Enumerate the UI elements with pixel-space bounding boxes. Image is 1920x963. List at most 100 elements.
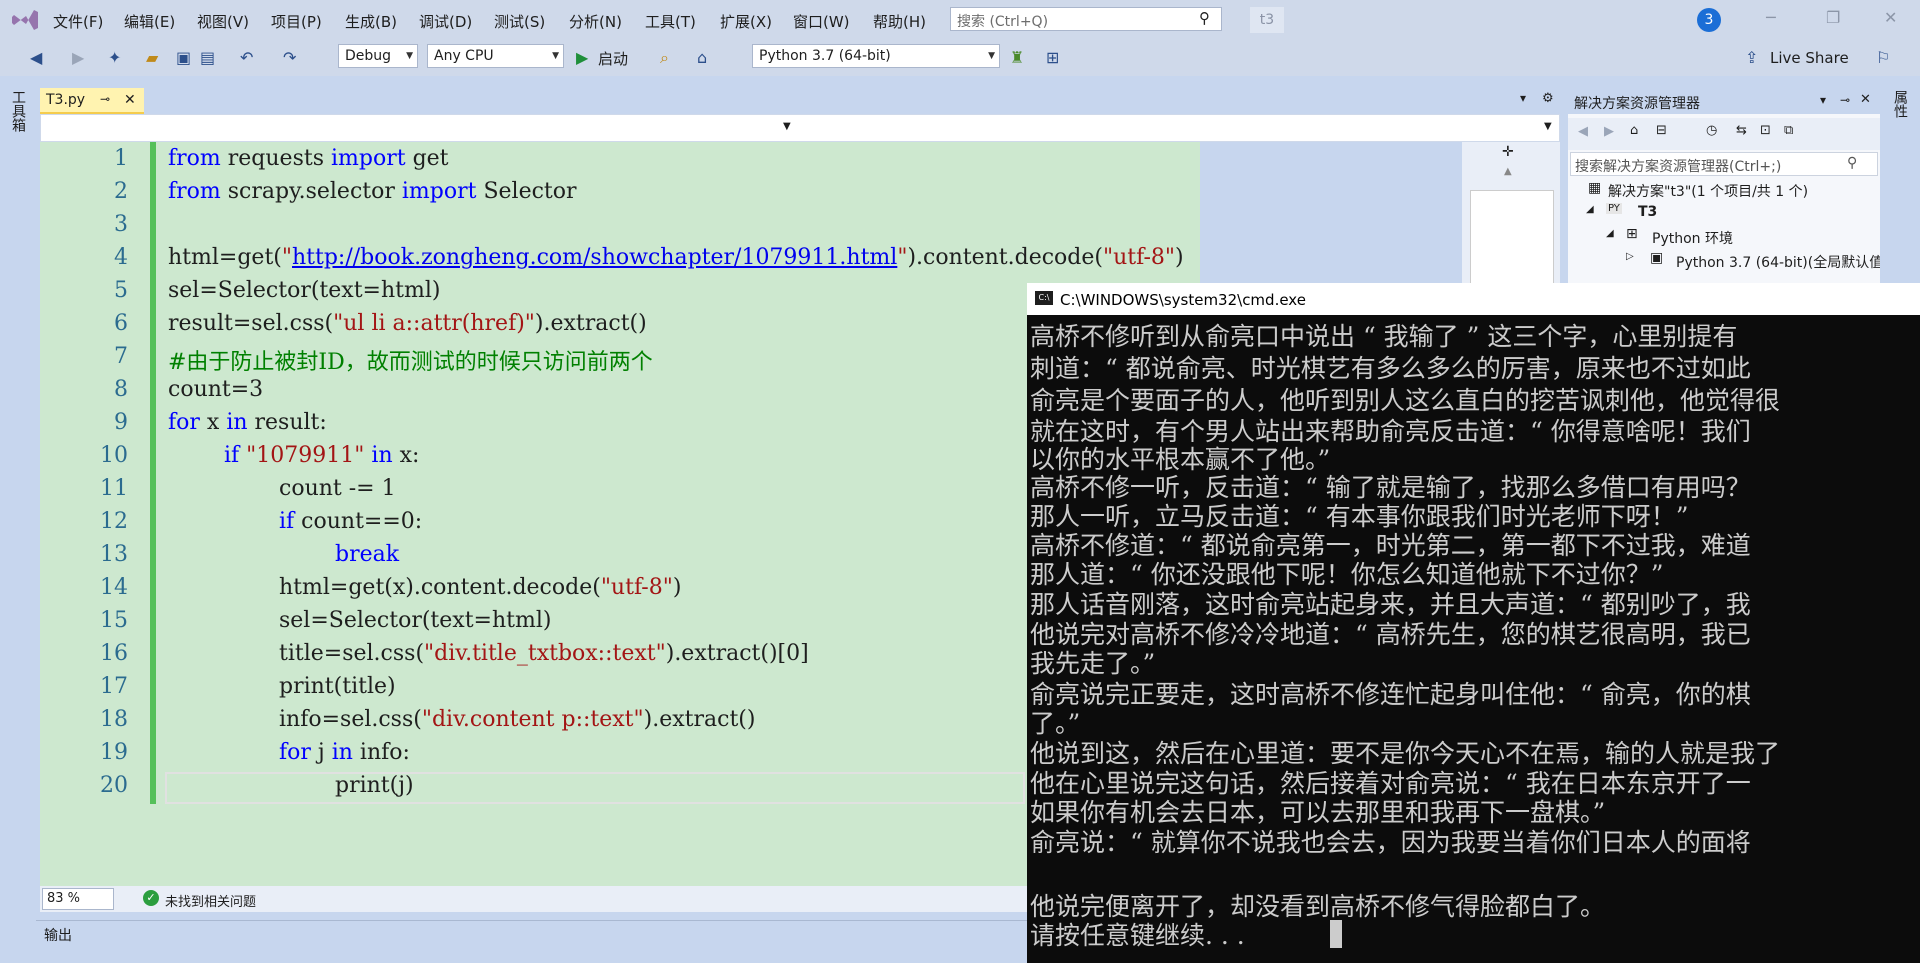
undo-icon[interactable]: ↶ — [240, 48, 253, 67]
cmd-title: C:\WINDOWS\system32\cmd.exe — [1060, 291, 1306, 309]
back-icon[interactable]: ◀ — [1578, 124, 1588, 139]
menu-project[interactable]: 项目(P) — [271, 11, 322, 32]
code-line-7-comment: #由于防止被封ID，故而测试的时候只访问前两个 — [168, 350, 653, 375]
forward-icon[interactable]: ▶ — [1604, 124, 1614, 139]
chevron-down-icon: ▼ — [552, 51, 559, 61]
switch-views-icon[interactable]: ⊟ — [1656, 123, 1667, 138]
code-line-16: title=sel.css("div.title_txtbox::text").… — [279, 641, 809, 666]
console-line: 请按任意键继续. . . — [1030, 921, 1245, 950]
tab-title: T3.py — [46, 92, 86, 108]
current-line-highlight — [165, 772, 1025, 804]
line-number: 17 — [100, 674, 128, 699]
sync-icon[interactable]: ⇆ — [1736, 123, 1747, 138]
menu-view[interactable]: 视图(V) — [197, 11, 249, 32]
panel-menu-icon[interactable]: ▾ — [1820, 93, 1826, 107]
console-line: 高桥不修听到从俞亮口中说出 “ 我输了 ” 这三个字，心里别提有 — [1030, 322, 1738, 351]
toolbox-tab[interactable]: 工具箱 — [8, 90, 28, 150]
maximize-icon[interactable]: ❐ — [1826, 8, 1840, 27]
solution-explorer-title: 解决方案资源管理器 — [1574, 96, 1700, 112]
change-tracking-bar — [150, 142, 156, 804]
menu-help[interactable]: 帮助(H) — [873, 11, 926, 32]
menu-tools[interactable]: 工具(T) — [645, 11, 696, 32]
settings-gear-icon[interactable]: ⚙ — [1542, 91, 1554, 106]
solution-explorer-toolbar: ◀ ▶ ⌂ ⊟ ◷ ⇆ ⊡ ⧉ — [1568, 118, 1880, 150]
line-number-gutter: 1 2 3 4 5 6 7 8 9 10 11 12 13 14 15 16 1… — [40, 142, 150, 886]
start-button[interactable]: 启动 — [598, 48, 628, 69]
line-number: 18 — [100, 707, 128, 732]
collapse-all-icon[interactable]: ⊡ — [1760, 123, 1771, 138]
live-share-button[interactable]: Live Share — [1770, 49, 1849, 67]
line-number: 3 — [114, 212, 128, 237]
chevron-down-icon[interactable]: ▼ — [783, 121, 791, 132]
expand-arrow-icon[interactable]: ◢ — [1606, 228, 1614, 239]
search-input[interactable]: 搜索 (Ctrl+Q) ⚲ — [950, 7, 1222, 31]
search-placeholder: 搜索解决方案资源管理器(Ctrl+;) — [1575, 159, 1782, 175]
console-line: 俞亮说完正要走，这时高桥不修连忙起身叫住他：“ 俞亮，你的棋 — [1030, 680, 1751, 709]
platform-select[interactable]: Any CPU ▼ — [427, 44, 564, 68]
python-environment-select[interactable]: Python 3.7 (64-bit) ▼ — [752, 44, 1000, 68]
solution-explorer-search[interactable]: 搜索解决方案资源管理器(Ctrl+;) ⚲ — [1570, 152, 1878, 176]
minimize-icon[interactable]: ─ — [1766, 8, 1776, 27]
save-all-icon[interactable]: ▤ — [200, 48, 215, 67]
project-node[interactable]: T3 — [1638, 204, 1657, 220]
back-icon[interactable]: ◀ — [30, 48, 42, 67]
menu-extensions[interactable]: 扩展(X) — [720, 11, 772, 32]
close-panel-icon[interactable]: ✕ — [1860, 92, 1871, 107]
menu-edit[interactable]: 编辑(E) — [124, 11, 175, 32]
split-icon[interactable]: ✛ — [1502, 144, 1514, 160]
close-tab-icon[interactable]: ✕ — [124, 92, 136, 108]
collapsed-arrow-icon[interactable]: ▷ — [1626, 251, 1634, 262]
feedback-icon[interactable]: ⚐ — [1876, 48, 1890, 67]
output-panel-title[interactable]: 输出 — [44, 925, 72, 945]
issues-status[interactable]: 未找到相关问题 — [165, 891, 256, 910]
menu-test[interactable]: 测试(S) — [494, 11, 545, 32]
zoom-select[interactable]: 83 % — [42, 888, 114, 910]
properties-tab[interactable]: 属性 — [1890, 90, 1910, 118]
solution-node[interactable]: 解决方案"t3"(1 个项目/共 1 个) — [1608, 181, 1808, 201]
tab-t3-py[interactable]: T3.py ⊸ ✕ — [40, 88, 144, 114]
browser-icon[interactable]: ⌂ — [697, 48, 707, 67]
live-share-icon[interactable]: ⇪ — [1745, 48, 1758, 67]
project-name-badge: t3 — [1250, 7, 1284, 33]
code-line-17: print(title) — [279, 674, 396, 699]
python-env-item[interactable]: Python 3.7 (64-bit)(全局默认值) — [1676, 252, 1889, 272]
chevron-down-icon[interactable]: ▼ — [1544, 121, 1552, 132]
layout-icon[interactable]: ⊞ — [1046, 48, 1059, 67]
home-icon[interactable]: ⌂ — [1630, 123, 1638, 138]
close-window-icon[interactable]: ✕ — [1884, 8, 1897, 27]
find-in-files-icon[interactable]: ⌕ — [660, 48, 669, 68]
menu-window[interactable]: 窗口(W) — [793, 11, 850, 32]
code-line-1: from requests import get — [168, 146, 449, 171]
configuration-select[interactable]: Debug ▼ — [338, 44, 418, 68]
line-number: 8 — [114, 377, 128, 402]
line-number: 5 — [114, 278, 128, 303]
menu-analyze[interactable]: 分析(N) — [569, 11, 622, 32]
zoom-value: 83 % — [47, 891, 81, 906]
expand-arrow-icon[interactable]: ◢ — [1586, 204, 1594, 215]
new-project-icon[interactable]: ✦ — [108, 48, 121, 67]
code-line-13: break — [335, 542, 400, 567]
scroll-up-icon[interactable]: ▲ — [1504, 166, 1512, 177]
notification-badge[interactable]: 3 — [1697, 8, 1721, 32]
start-play-icon[interactable]: ▶ — [576, 48, 588, 67]
line-number: 1 — [114, 146, 128, 171]
pin-icon[interactable]: ⊸ — [1840, 93, 1850, 107]
menu-debug[interactable]: 调试(D) — [419, 11, 472, 32]
pin-icon[interactable]: ⊸ — [100, 92, 110, 106]
python-environments-node[interactable]: Python 环境 — [1652, 228, 1733, 248]
cmd-icon: C:\ — [1035, 291, 1053, 305]
redo-icon[interactable]: ↷ — [283, 48, 296, 67]
forward-icon[interactable]: ▶ — [72, 48, 84, 67]
save-icon[interactable]: ▣ — [176, 48, 191, 67]
url-link[interactable]: http://book.zongheng.com/showchapter/107… — [292, 245, 897, 270]
python-package-icon[interactable]: ♜ — [1010, 48, 1024, 67]
menu-build[interactable]: 生成(B) — [345, 11, 397, 32]
open-folder-icon[interactable]: ▰ — [146, 48, 158, 67]
show-all-files-icon[interactable]: ⧉ — [1784, 123, 1793, 138]
chevron-down-icon: ▼ — [406, 51, 413, 61]
tab-overflow-icon[interactable]: ▾ — [1520, 91, 1526, 105]
pending-changes-icon[interactable]: ◷ — [1706, 123, 1717, 138]
menu-file[interactable]: 文件(F) — [53, 11, 103, 32]
line-number: 20 — [100, 773, 128, 798]
visual-studio-logo-icon[interactable] — [10, 6, 40, 34]
